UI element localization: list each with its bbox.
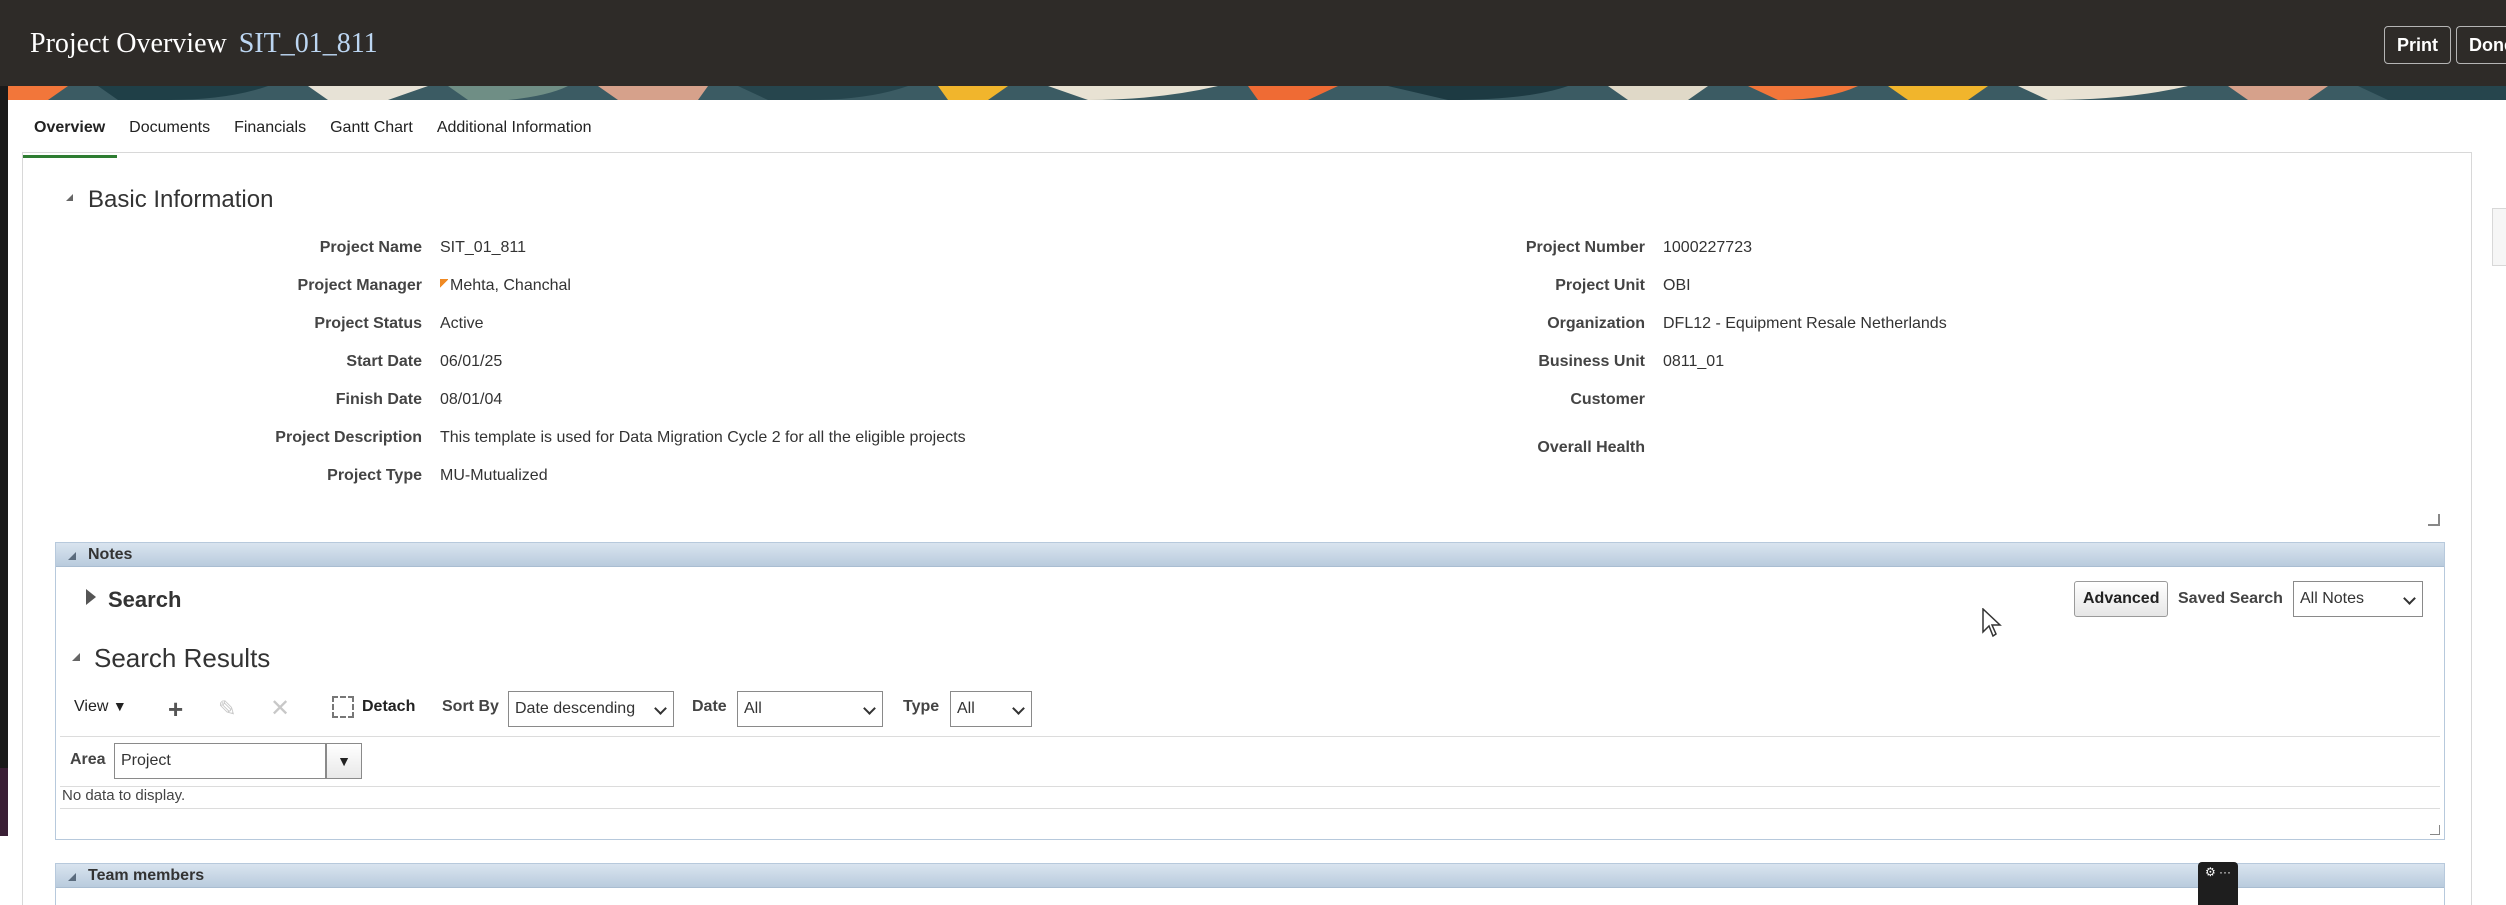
sort-by-select[interactable]: Date descending	[508, 691, 674, 727]
team-members-title: Team members	[88, 867, 205, 884]
empty-results-text: No data to display.	[62, 787, 186, 804]
right-side-tab-handle[interactable]	[2492, 208, 2506, 266]
add-icon[interactable]: +	[168, 696, 183, 722]
label-project-name: Project Name	[319, 239, 422, 256]
left-edge-accent	[0, 768, 8, 836]
value-project-name: SIT_01_811	[440, 239, 526, 256]
team-members-collapse-icon[interactable]	[68, 873, 76, 881]
tab-financials[interactable]: Financials	[222, 108, 318, 154]
area-dropdown-button[interactable]: ▼	[326, 743, 362, 779]
value-project-unit: OBI	[1663, 277, 1691, 294]
delete-icon[interactable]: ✕	[270, 696, 290, 722]
value-project-description: This template is used for Data Migration…	[440, 429, 966, 446]
area-input[interactable]: Project	[114, 743, 326, 779]
value-finish-date: 08/01/04	[440, 391, 503, 408]
team-members-panel: Team members	[55, 863, 2445, 905]
label-start-date: Start Date	[346, 353, 422, 370]
tab-overview[interactable]: Overview	[22, 108, 118, 158]
chevron-down-icon	[654, 702, 667, 715]
value-start-date: 06/01/25	[440, 353, 503, 370]
type-filter-select[interactable]: All	[950, 691, 1032, 727]
page-title: Project Overview SIT_01_811	[30, 28, 378, 60]
value-project-number: 1000227723	[1663, 239, 1752, 256]
label-organization: Organization	[1547, 315, 1645, 332]
label-project-status: Project Status	[314, 315, 422, 332]
type-filter-label: Type	[903, 698, 940, 715]
page-header: Project Overview SIT_01_811 Print Done	[0, 0, 2506, 86]
search-expand-icon[interactable]	[86, 589, 96, 605]
decorative-banner	[8, 86, 2506, 100]
view-menu-label: View	[74, 698, 109, 715]
mouse-cursor-icon	[1982, 608, 2002, 638]
done-button[interactable]: Done	[2456, 26, 2506, 64]
value-project-status: Active	[440, 315, 484, 332]
area-divider	[60, 786, 2440, 787]
results-bottom-divider	[60, 808, 2440, 809]
label-overall-health: Overall Health	[1537, 439, 1645, 456]
manager-flag-icon	[440, 279, 448, 289]
basic-info-collapse-icon[interactable]	[66, 194, 73, 201]
detach-icon[interactable]	[332, 696, 354, 718]
label-project-number: Project Number	[1525, 239, 1645, 256]
date-filter-select[interactable]: All	[737, 691, 883, 727]
notes-collapse-icon[interactable]	[68, 552, 76, 560]
label-project-manager: Project Manager	[297, 277, 422, 294]
basic-info-title: Basic Information	[88, 186, 274, 213]
toolbar-divider	[60, 736, 2440, 737]
saved-search-value: All Notes	[2300, 590, 2365, 607]
saved-search-select[interactable]: All Notes	[2293, 581, 2423, 617]
left-edge-strip	[0, 86, 8, 836]
value-project-type: MU-Mutualized	[440, 467, 548, 484]
page-root: Project Overview SIT_01_811 Print Done Ov…	[0, 0, 2506, 905]
basic-info-resize-handle[interactable]	[2428, 514, 2440, 526]
sort-by-value: Date descending	[515, 700, 636, 717]
project-id-title: SIT_01_811	[238, 28, 378, 59]
chevron-down-icon	[1012, 702, 1025, 715]
page-title-text: Project Overview	[30, 28, 227, 59]
notes-panel: Notes Search Advanced Saved Search All N…	[55, 542, 2445, 840]
more-options-icon: ⚙ ···	[2204, 865, 2232, 879]
search-heading[interactable]: Search	[108, 587, 181, 613]
label-customer: Customer	[1570, 391, 1645, 408]
view-dropdown-icon: ▼	[112, 698, 127, 714]
notes-title: Notes	[88, 546, 133, 563]
detach-button[interactable]: Detach	[362, 698, 415, 716]
tab-additional-information[interactable]: Additional Information	[425, 108, 604, 154]
saved-search-label: Saved Search	[2178, 590, 2283, 607]
sort-by-label: Sort By	[442, 698, 499, 715]
area-label: Area	[70, 751, 106, 768]
notes-panel-header[interactable]: Notes	[56, 543, 2444, 567]
label-finish-date: Finish Date	[335, 391, 422, 408]
value-business-unit: 0811_01	[1663, 353, 1725, 370]
team-members-panel-header[interactable]: Team members	[56, 864, 2444, 888]
type-filter-value: All	[957, 700, 975, 717]
edit-pencil-icon[interactable]: ✎	[218, 696, 236, 722]
tab-bar: Overview Documents Financials Gantt Char…	[22, 108, 604, 158]
value-project-manager[interactable]: Mehta, Chanchal	[440, 277, 571, 295]
chevron-down-icon	[863, 702, 876, 715]
tab-documents[interactable]: Documents	[117, 108, 222, 154]
chevron-down-icon	[2403, 592, 2416, 605]
search-results-title: Search Results	[94, 643, 271, 673]
advanced-search-button[interactable]: Advanced	[2074, 581, 2169, 617]
notes-resize-handle[interactable]	[2430, 825, 2440, 835]
project-manager-name[interactable]: Mehta, Chanchal	[450, 277, 571, 294]
label-project-unit: Project Unit	[1555, 277, 1645, 294]
value-organization: DFL12 - Equipment Resale Netherlands	[1663, 315, 1947, 332]
chevron-down-icon: ▼	[337, 753, 351, 769]
date-filter-label: Date	[692, 698, 727, 715]
print-button[interactable]: Print	[2384, 26, 2452, 64]
floating-assistant-widget[interactable]: ⚙ ···	[2198, 862, 2238, 905]
tab-gantt-chart[interactable]: Gantt Chart	[318, 108, 425, 154]
label-business-unit: Business Unit	[1538, 353, 1645, 370]
view-menu[interactable]: View ▼	[74, 698, 127, 716]
search-results-collapse-icon[interactable]	[72, 653, 80, 661]
label-project-description: Project Description	[275, 429, 422, 446]
area-value: Project	[121, 752, 171, 769]
label-project-type: Project Type	[327, 467, 422, 484]
date-filter-value: All	[744, 700, 762, 717]
